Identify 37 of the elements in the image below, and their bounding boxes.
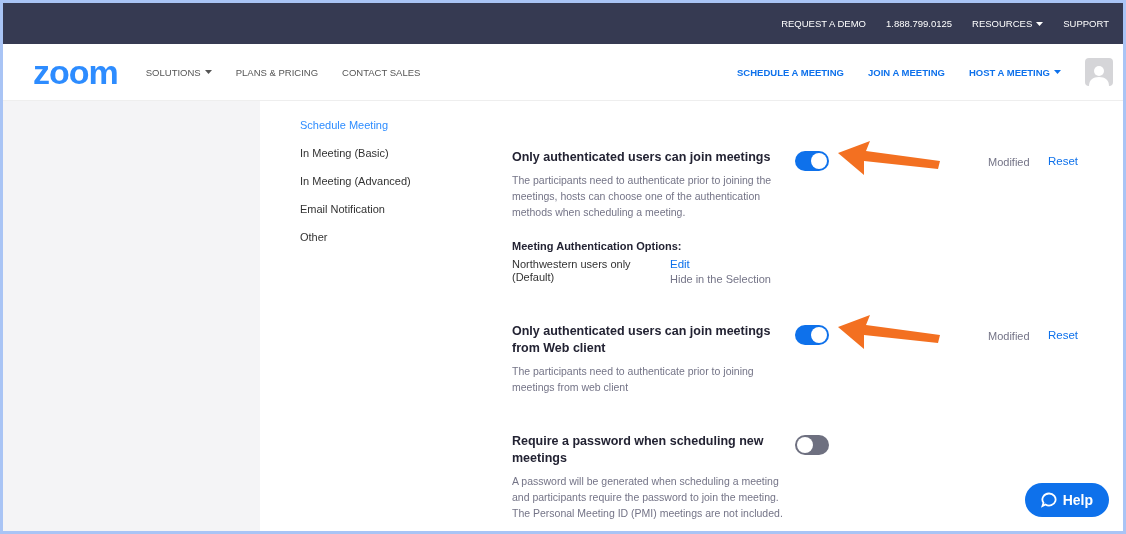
toggle-switch[interactable] [795, 151, 829, 171]
top-bar-link[interactable]: SUPPORT [1063, 18, 1109, 29]
sidebar-item[interactable]: In Meeting (Advanced) [300, 175, 512, 187]
setting-title: Only authenticated users can join meetings from Web client [512, 323, 772, 357]
top-bar-link[interactable]: 1.888.799.0125 [886, 18, 953, 29]
setting-description: The participants need to authenticate prior to joining meetings from web client [512, 364, 755, 395]
nav-link[interactable]: SCHEDULE A MEETING [737, 66, 844, 78]
caret-icon [1036, 21, 1044, 26]
options-heading: Meeting Authentication Options: [512, 240, 683, 252]
nav-link[interactable]: SOLUTIONS [145, 66, 212, 78]
top-bar-link[interactable]: REQUEST A DEMO [781, 18, 866, 29]
sidebar-item[interactable]: In Meeting (Basic) [300, 147, 512, 159]
nav-link[interactable]: HOST A MEETING [968, 66, 1061, 78]
toggle-switch[interactable] [795, 325, 829, 345]
modified-label: Modified [988, 156, 1030, 168]
help-button[interactable]: Help [1024, 483, 1109, 517]
sidebar-item[interactable]: Email Notification [300, 203, 512, 215]
caret-icon [204, 70, 212, 74]
setting-description: A password will be generated when scheduling a meeting and participants require the password to join the meeting. The Personal Meeting ID (PMI) meetings are not included. [512, 474, 784, 521]
caret-icon [1054, 70, 1061, 74]
sidebar-item[interactable]: Other [300, 231, 512, 243]
modified-label: Modified [988, 330, 1030, 342]
edit-link[interactable]: Edit [670, 258, 794, 270]
option-name: Northwestern users only (Default) [512, 258, 632, 285]
nav-link[interactable]: CONTACT SALES [342, 66, 421, 78]
nav-link[interactable]: PLANS & PRICING [235, 66, 319, 78]
reset-link[interactable]: Reset [1048, 155, 1079, 167]
option-note: Hide in the Selection [670, 273, 772, 285]
setting-title: Only authenticated users can join meetings [512, 149, 772, 166]
setting-description: The participants need to authenticate prior to joining the meetings, hosts can choose one of the authentication methods when scheduling a meeting. [512, 173, 773, 220]
chat-bubble-icon [1040, 492, 1057, 508]
nav-link[interactable]: JOIN A MEETING [868, 66, 945, 78]
setting-title: Require a password when scheduling new meetings [512, 433, 765, 467]
top-bar-link[interactable]: RESOURCES [972, 18, 1044, 29]
reset-link[interactable]: Reset [1048, 329, 1079, 341]
sidebar-item[interactable]: Schedule Meeting [300, 119, 512, 131]
toggle-switch[interactable] [795, 435, 829, 455]
